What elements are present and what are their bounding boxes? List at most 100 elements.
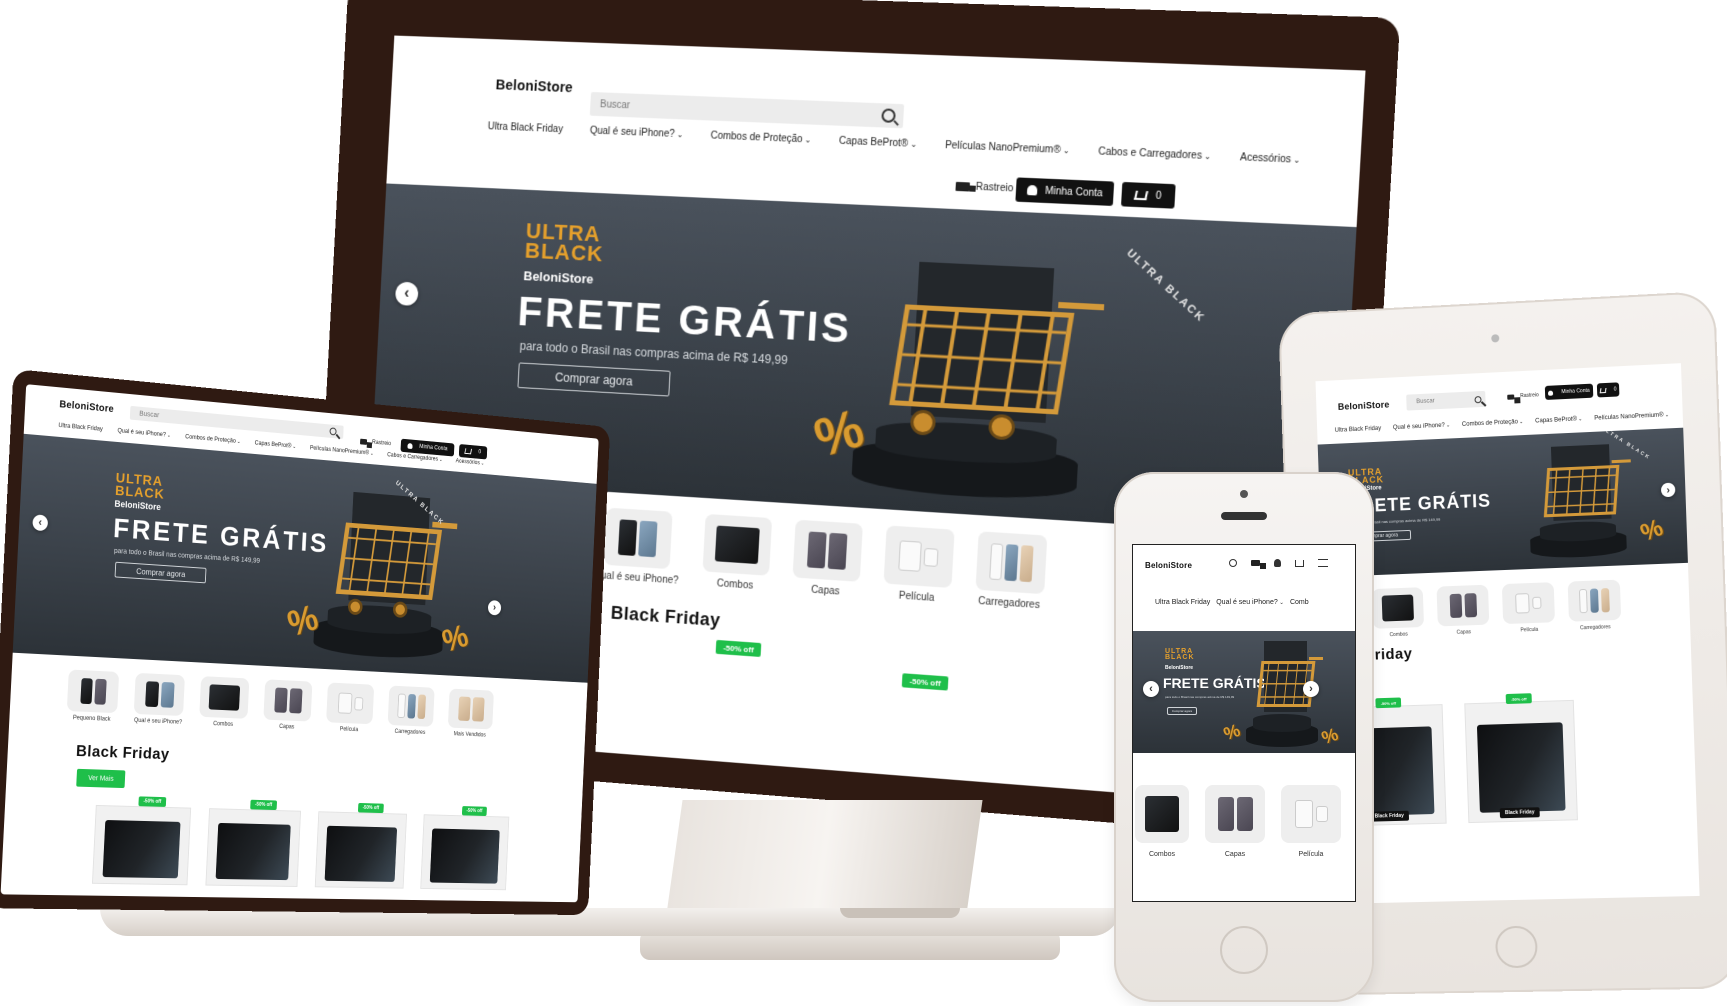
menu-icon[interactable] bbox=[1318, 559, 1328, 567]
category-pelicula[interactable]: Película bbox=[1281, 785, 1341, 858]
category-carregadores[interactable]: Carregadores bbox=[387, 685, 435, 737]
cart-icon[interactable] bbox=[1295, 559, 1304, 567]
product-card[interactable] bbox=[91, 804, 192, 886]
user-icon bbox=[1548, 390, 1554, 396]
nav-capas[interactable]: Capas BeProt® bbox=[839, 136, 918, 150]
truck-icon bbox=[360, 438, 368, 445]
category-pequeno-black[interactable]: Pequeno Black bbox=[66, 669, 120, 723]
rastreio-link[interactable]: Rastreio bbox=[360, 438, 391, 447]
rastreio-link[interactable]: Rastreio bbox=[1507, 392, 1539, 400]
percent-sign: % bbox=[438, 618, 472, 661]
percent-sign: % bbox=[1221, 719, 1244, 744]
discount-badge: -50% off bbox=[461, 806, 487, 817]
nav-peliculas[interactable]: Películas NanoPremium® bbox=[945, 140, 1070, 156]
store-logo[interactable]: BeloniStore bbox=[1338, 399, 1390, 411]
nav-peliculas[interactable]: Películas NanoPremium® bbox=[1594, 412, 1669, 421]
category-pelicula[interactable]: Película bbox=[1501, 582, 1556, 634]
truck-icon[interactable] bbox=[1251, 560, 1266, 569]
nav-qual-iphone[interactable]: Qual é seu iPhone? bbox=[117, 428, 171, 439]
store-logo[interactable]: BeloniStore bbox=[1145, 561, 1192, 570]
hero-cta-button[interactable]: Comprar agora bbox=[114, 561, 207, 584]
discount-badge: -50% off bbox=[901, 673, 949, 691]
category-combos[interactable]: Combos bbox=[199, 676, 250, 728]
category-thumb bbox=[883, 525, 955, 589]
category-capas[interactable]: Capas bbox=[1205, 785, 1265, 858]
nav-qual-iphone[interactable]: Qual é seu iPhone? bbox=[1393, 422, 1450, 431]
category-thumb bbox=[702, 513, 772, 576]
category-thumb bbox=[975, 531, 1048, 595]
nav-combos[interactable]: Combos de Proteção bbox=[1462, 419, 1523, 428]
minha-conta-button[interactable]: Minha Conta bbox=[1544, 383, 1594, 400]
nav-combos[interactable]: Comb bbox=[1290, 599, 1309, 606]
product-card[interactable] bbox=[420, 814, 510, 891]
user-icon bbox=[407, 442, 413, 450]
product-card[interactable] bbox=[205, 808, 302, 887]
product-card[interactable] bbox=[1464, 699, 1578, 824]
rastreio-label: Rastreio bbox=[975, 181, 1014, 195]
search-icon[interactable] bbox=[881, 108, 896, 123]
category-label: Mais Vendidos bbox=[453, 731, 486, 739]
category-pelicula[interactable]: Película bbox=[326, 682, 375, 733]
carousel-next-button[interactable]: › bbox=[1303, 681, 1319, 697]
hero-banner: ULTRA BLACK BeloniStore FRETE GRÁTIS par… bbox=[12, 433, 597, 683]
carousel-next-button[interactable]: › bbox=[1660, 482, 1676, 498]
carousel-prev-button[interactable]: ‹ bbox=[32, 514, 49, 532]
nav-ultra-black-friday[interactable]: Ultra Black Friday bbox=[1335, 426, 1382, 434]
store-logo[interactable]: BeloniStore bbox=[495, 77, 573, 96]
cart-button[interactable]: 0 bbox=[458, 444, 488, 460]
phone-home-button[interactable] bbox=[1220, 926, 1268, 974]
category-thumb bbox=[792, 519, 863, 582]
category-thumb bbox=[133, 672, 185, 717]
category-capas[interactable]: Capas bbox=[263, 679, 313, 731]
cart-button[interactable]: 0 bbox=[1120, 181, 1176, 209]
category-carregadores[interactable]: Carregadores bbox=[974, 531, 1048, 611]
nav-capas[interactable]: Capas BeProt® bbox=[255, 441, 297, 450]
carousel-next-button[interactable]: › bbox=[487, 599, 502, 616]
search-icon[interactable] bbox=[1474, 395, 1482, 403]
nav-ultra-black-friday[interactable]: Ultra Black Friday bbox=[58, 423, 103, 433]
discount-badge: -50% off bbox=[357, 802, 384, 814]
nav-capas[interactable]: Capas BeProt® bbox=[1535, 416, 1582, 425]
nav-acessorios[interactable]: Acessórios bbox=[1240, 152, 1301, 166]
nav-peliculas[interactable]: Películas NanoPremium® bbox=[310, 445, 374, 456]
category-carregadores[interactable]: Carregadores bbox=[1567, 579, 1622, 632]
search-icon[interactable] bbox=[1229, 559, 1237, 567]
nav-ultra-black-friday[interactable]: Ultra Black Friday bbox=[487, 121, 563, 135]
carousel-prev-button[interactable]: ‹ bbox=[394, 281, 419, 307]
category-combos[interactable]: Combos bbox=[1135, 785, 1189, 858]
nav-combos[interactable]: Combos de Proteção bbox=[710, 130, 811, 145]
phone-speaker bbox=[1221, 512, 1267, 520]
main-nav: Ultra Black Friday Qual é seu iPhone? Co… bbox=[487, 121, 1300, 166]
main-nav: Ultra Black Friday Qual é seu iPhone? Co… bbox=[1155, 599, 1309, 606]
category-qual-iphone[interactable]: Qual é seu iPhone? bbox=[133, 672, 185, 726]
cart-button[interactable]: 0 bbox=[1596, 382, 1620, 398]
carousel-prev-button[interactable]: ‹ bbox=[1143, 681, 1159, 697]
nav-cabos[interactable]: Cabos e Carregadores bbox=[1098, 146, 1212, 162]
discount-badge: -50% off bbox=[1375, 697, 1402, 709]
hero-cta-button[interactable]: Comprar agora bbox=[1167, 707, 1197, 715]
tablet-home-button[interactable] bbox=[1494, 925, 1539, 969]
nav-combos[interactable]: Combos de Proteção bbox=[185, 434, 241, 445]
category-combos[interactable]: Combos bbox=[1371, 587, 1425, 639]
category-capas[interactable]: Capas bbox=[791, 519, 863, 599]
product-card[interactable] bbox=[314, 811, 408, 889]
search-icon[interactable] bbox=[329, 427, 337, 436]
rastreio-link[interactable]: Rastreio bbox=[955, 181, 1014, 195]
minha-conta-button[interactable]: Minha Conta bbox=[1015, 177, 1115, 206]
nav-ultra-black-friday[interactable]: Ultra Black Friday bbox=[1155, 599, 1210, 606]
ver-mais-button[interactable]: Ver Mais bbox=[76, 768, 126, 789]
category-pelicula[interactable]: Película bbox=[882, 525, 955, 605]
category-capas[interactable]: Capas bbox=[1436, 584, 1490, 637]
category-thumb bbox=[1436, 584, 1490, 627]
cart-illustration: % bbox=[1515, 438, 1667, 559]
nav-acessorios[interactable]: Acessórios bbox=[456, 459, 485, 467]
category-thumb bbox=[1371, 587, 1425, 629]
search-input[interactable]: Buscar bbox=[1406, 390, 1486, 411]
nav-qual-iphone[interactable]: Qual é seu iPhone? bbox=[1216, 599, 1284, 606]
store-logo[interactable]: BeloniStore bbox=[59, 399, 114, 415]
category-mais-vendidos[interactable]: Mais Vendidos bbox=[447, 688, 494, 739]
nav-qual-iphone[interactable]: Qual é seu iPhone? bbox=[590, 126, 684, 141]
category-combos[interactable]: Combos bbox=[701, 513, 772, 593]
user-icon[interactable] bbox=[1274, 559, 1281, 567]
search-input[interactable]: Buscar bbox=[589, 91, 905, 129]
